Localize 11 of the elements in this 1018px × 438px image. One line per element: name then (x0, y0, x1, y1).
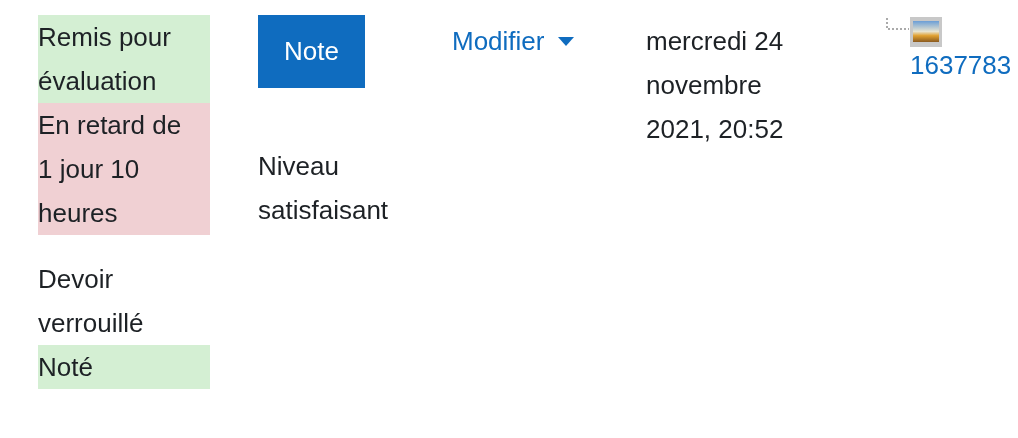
date-text: mercredi 24 novembre 2021, 20:52 (646, 25, 785, 146)
status-label: Remis pour évaluation (38, 15, 210, 103)
file-link[interactable]: 1637783 (910, 47, 1018, 83)
status-label: Noté (38, 345, 210, 389)
status-label: En retard de 1 jour 10 heures (38, 103, 210, 235)
edit-menu[interactable]: Modifier (452, 15, 575, 67)
caret-icon (558, 36, 575, 46)
status-label: Devoir verrouillé (38, 263, 145, 340)
grade-button[interactable]: Note (258, 15, 365, 88)
file-tree-icon (886, 17, 942, 47)
feedback-text: Niveau satisfaisant (258, 150, 390, 227)
